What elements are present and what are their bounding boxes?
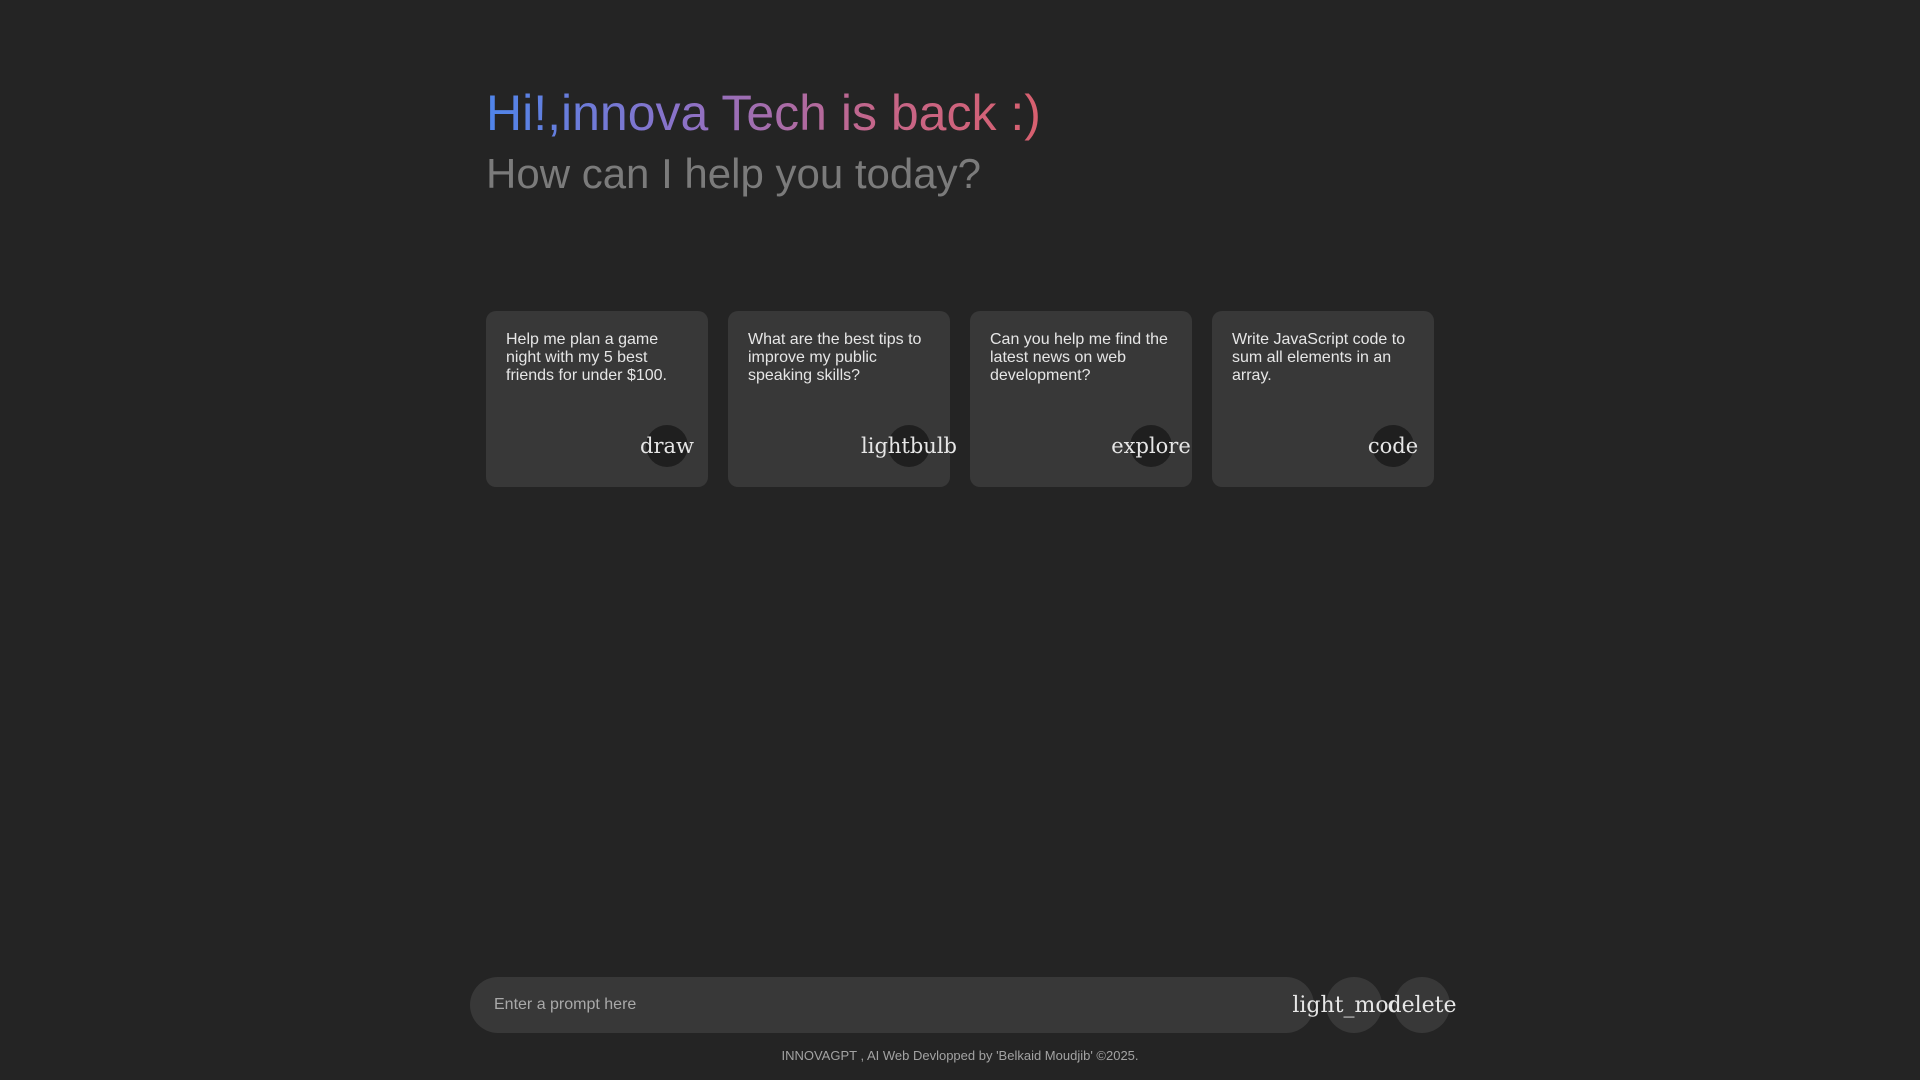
- suggestion-card-javascript[interactable]: Write JavaScript code to sum all element…: [1212, 311, 1434, 487]
- suggestion-card-web-news[interactable]: Can you help me find the latest news on …: [970, 311, 1192, 487]
- greeting-title: Hi!,innova Tech is back :): [486, 82, 1041, 144]
- suggestion-card-text: What are the best tips to improve my pub…: [748, 331, 922, 384]
- delete-chat-button[interactable]: delete: [1387, 977, 1457, 1033]
- suggestion-cards: Help me plan a game night with my 5 best…: [486, 311, 1434, 487]
- suggestion-card-game-night[interactable]: Help me plan a game night with my 5 best…: [486, 311, 708, 487]
- suggestion-card-text: Help me plan a game night with my 5 best…: [506, 331, 667, 384]
- greeting-subtitle: How can I help you today?: [486, 150, 981, 197]
- suggestion-card-text: Write JavaScript code to sum all element…: [1232, 331, 1406, 384]
- prompt-input[interactable]: [470, 977, 1314, 1033]
- prompt-bar: light_mode delete: [470, 977, 1457, 1033]
- code-icon: code: [1368, 425, 1418, 467]
- welcome-header: Hi!,innova Tech is back :) How can I hel…: [486, 82, 1486, 202]
- explore-icon: explore: [1111, 425, 1191, 467]
- draw-icon: draw: [640, 425, 694, 467]
- lightbulb-icon: lightbulb: [861, 425, 957, 467]
- suggestion-card-public-speaking[interactable]: What are the best tips to improve my pub…: [728, 311, 957, 487]
- suggestion-card-text: Can you help me find the latest news on …: [990, 331, 1168, 384]
- footer-text: INNOVAGPT , AI Web Devlopped by 'Belkaid…: [781, 1048, 1139, 1063]
- theme-toggle-button[interactable]: light_mode: [1292, 977, 1416, 1033]
